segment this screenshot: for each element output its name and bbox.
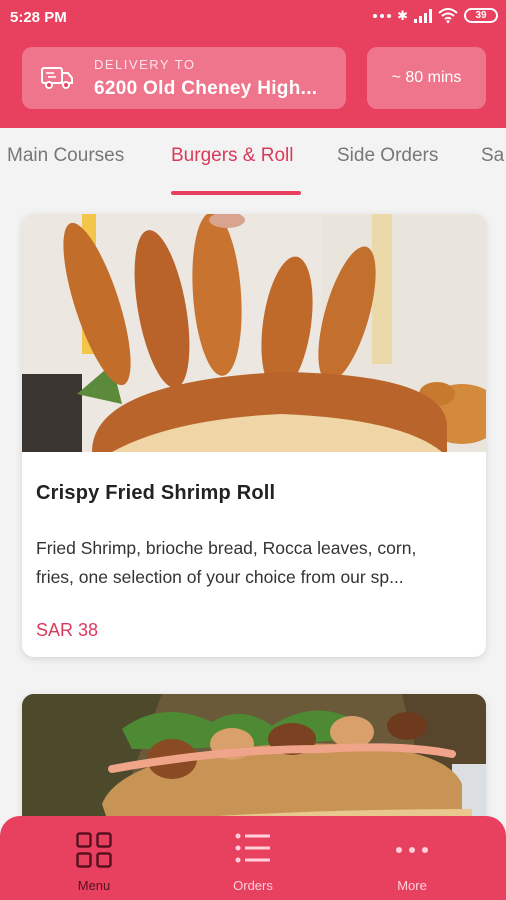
eta-text: ~ 80 mins: [391, 69, 462, 86]
shrimp-roll-image: [22, 214, 486, 452]
nav-menu-label: Menu: [77, 878, 111, 893]
tab-side-orders[interactable]: Side Orders: [337, 145, 438, 167]
delivery-label: DELIVERY TO: [94, 57, 196, 72]
status-time: 5:28 PM: [10, 9, 67, 26]
item-description: Fried Shrimp, brioche bread, Rocca leave…: [36, 534, 476, 592]
tab-main-courses[interactable]: Main Courses: [7, 145, 124, 167]
item-price: SAR 38: [36, 620, 99, 640]
status-icons: ✱ 39: [373, 8, 498, 23]
tab-partial[interactable]: Sa: [481, 145, 504, 167]
tab-burgers-roll[interactable]: Burgers & Roll: [171, 145, 294, 167]
nav-orders-label: Orders: [233, 878, 273, 893]
battery-level: 39: [475, 10, 487, 21]
app-header: 5:28 PM ✱ 39 DELIVERY TO 6200 Old Cheney…: [0, 0, 506, 128]
eta-badge[interactable]: ~ 80 mins: [367, 47, 486, 109]
menu-item-card[interactable]: Crispy Fried Shrimp Roll Fried Shrimp, b…: [22, 214, 486, 657]
delivery-address: 6200 Old Cheney High...: [94, 78, 318, 99]
notification-dots-icon: [373, 13, 392, 18]
category-tabs: Main Courses Burgers & Roll Side Orders …: [0, 128, 506, 200]
item-description-line-2: fries, one selection of your choice from…: [36, 567, 404, 587]
list-icon: [235, 833, 270, 863]
nav-orders[interactable]: Orders: [169, 816, 337, 900]
item-title: Crispy Fried Shrimp Roll: [36, 482, 276, 504]
nav-more-label: More: [397, 878, 427, 893]
bottom-navigation: Menu Orders More: [0, 816, 506, 900]
grid-icon: [76, 832, 112, 868]
nav-more[interactable]: More: [328, 816, 496, 900]
delivery-truck-icon: [41, 67, 73, 89]
signal-icon: [414, 8, 432, 23]
item-description-line-1: Fried Shrimp, brioche bread, Rocca leave…: [36, 538, 417, 558]
nav-menu[interactable]: Menu: [10, 816, 178, 900]
bluetooth-icon: ✱: [397, 8, 408, 23]
battery-icon: 39: [464, 8, 498, 23]
wifi-icon: [438, 8, 458, 23]
delivery-address-button[interactable]: DELIVERY TO 6200 Old Cheney High...: [22, 47, 346, 109]
more-dots-icon: [396, 847, 428, 853]
status-bar: 5:28 PM ✱ 39: [0, 0, 506, 36]
active-tab-indicator: [171, 191, 301, 195]
